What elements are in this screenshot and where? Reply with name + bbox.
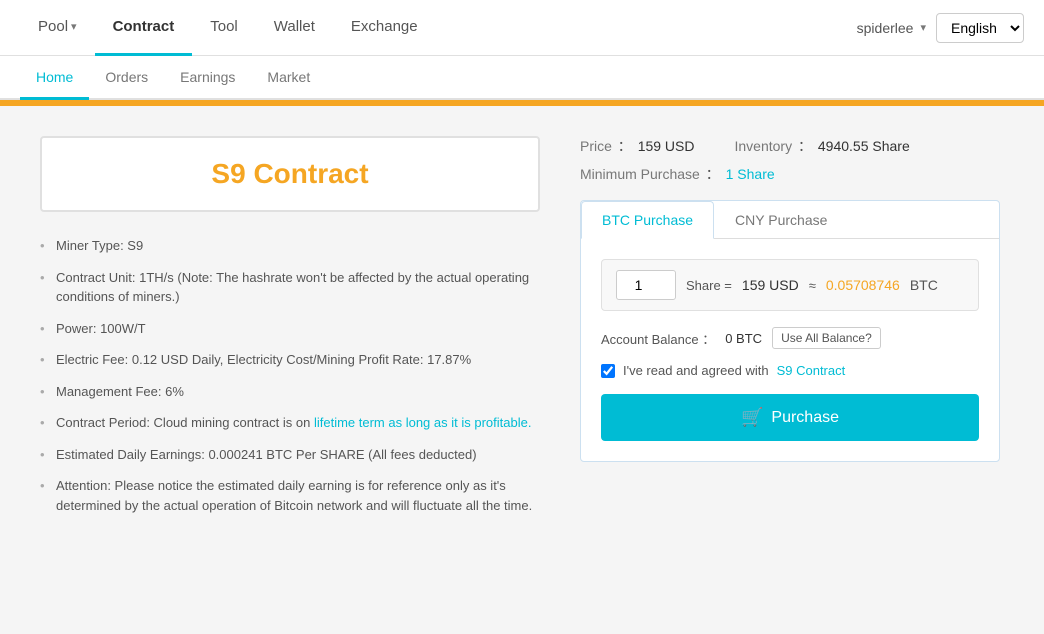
spec-mgmt-fee: Management Fee: 6% <box>40 382 540 402</box>
tab-btc-purchase[interactable]: BTC Purchase <box>581 201 714 239</box>
agree-row: I've read and agreed with S9 Contract <box>601 363 979 378</box>
price-label: Price <box>580 138 612 154</box>
purchase-container: BTC Purchase CNY Purchase Share = 159 US… <box>580 200 1000 462</box>
tool-label: Tool <box>210 18 238 35</box>
user-dropdown-icon: ▾ <box>920 21 926 34</box>
balance-label: Account Balance ： <box>601 329 715 348</box>
tab-btc-label: BTC Purchase <box>602 212 693 228</box>
purchase-body: Share = 159 USD ≈ 0.05708746 BTC Account… <box>581 239 999 461</box>
main-content: S9 Contract Miner Type: S9 Contract Unit… <box>0 106 1044 630</box>
purchase-btn-label: Purchase <box>771 409 839 427</box>
sub-nav: Home Orders Earnings Market <box>0 56 1044 100</box>
wallet-label: Wallet <box>274 18 315 35</box>
exchange-label: Exchange <box>351 18 418 35</box>
contract-title: S9 Contract <box>62 158 518 190</box>
orders-label: Orders <box>105 69 148 85</box>
share-btc-value: 0.05708746 <box>826 277 900 293</box>
home-label: Home <box>36 69 73 85</box>
top-nav: Pool ▾ Contract Tool Wallet Exchange spi… <box>0 0 1044 56</box>
contract-label: Contract <box>113 18 175 35</box>
market-label: Market <box>267 69 310 85</box>
nav-item-pool[interactable]: Pool ▾ <box>20 0 95 56</box>
min-purchase-row: Minimum Purchase ： 1 Share <box>580 164 1000 184</box>
tab-bar: BTC Purchase CNY Purchase <box>581 201 999 239</box>
agree-text: I've read and agreed with <box>623 363 769 378</box>
share-row: Share = 159 USD ≈ 0.05708746 BTC <box>601 259 979 311</box>
sub-nav-orders[interactable]: Orders <box>89 56 164 100</box>
share-equals-label: Share = <box>686 278 732 293</box>
lifetime-link[interactable]: lifetime term as long as it is profitabl… <box>314 415 531 430</box>
min-purchase-label: Minimum Purchase <box>580 166 700 182</box>
top-nav-left: Pool ▾ Contract Tool Wallet Exchange <box>20 0 857 56</box>
price-inventory-row: Price ： 159 USD Inventory ： 4940.55 Shar… <box>580 136 1000 156</box>
price-info: Price ： 159 USD Inventory ： 4940.55 Shar… <box>580 136 1000 184</box>
left-panel: S9 Contract Miner Type: S9 Contract Unit… <box>40 136 540 600</box>
agree-checkbox[interactable] <box>601 364 615 378</box>
price-label-group: Price ： 159 USD <box>580 136 695 156</box>
nav-item-exchange[interactable]: Exchange <box>333 0 436 56</box>
purchase-button[interactable]: 🛒 Purchase <box>601 394 979 441</box>
sub-nav-market[interactable]: Market <box>251 56 326 100</box>
inventory-label: Inventory <box>735 138 793 154</box>
user-menu[interactable]: spiderlee ▾ <box>857 20 926 36</box>
sub-nav-home[interactable]: Home <box>20 56 89 100</box>
specs-list: Miner Type: S9 Contract Unit: 1TH/s (Not… <box>40 236 540 515</box>
balance-value: 0 BTC <box>725 331 762 346</box>
spec-daily-earnings: Estimated Daily Earnings: 0.000241 BTC P… <box>40 445 540 465</box>
s9-contract-link[interactable]: S9 Contract <box>777 363 846 378</box>
price-value: 159 USD <box>638 138 695 154</box>
sub-nav-earnings[interactable]: Earnings <box>164 56 251 100</box>
spec-attention: Attention: Please notice the estimated d… <box>40 476 540 515</box>
share-usd-value: 159 USD <box>742 277 799 293</box>
top-nav-right: spiderlee ▾ English 中文 <box>857 13 1024 43</box>
spec-contract-period: Contract Period: Cloud mining contract i… <box>40 413 540 433</box>
contract-title-box: S9 Contract <box>40 136 540 212</box>
balance-row: Account Balance ： 0 BTC Use All Balance? <box>601 327 979 349</box>
language-select[interactable]: English 中文 <box>936 13 1024 43</box>
nav-item-wallet[interactable]: Wallet <box>256 0 333 56</box>
cart-icon: 🛒 <box>741 407 763 428</box>
spec-power: Power: 100W/T <box>40 319 540 339</box>
inventory-value: 4940.55 Share <box>818 138 910 154</box>
inventory-label-group: Inventory ： 4940.55 Share <box>735 136 910 156</box>
nav-item-contract[interactable]: Contract <box>95 0 193 56</box>
spec-contract-unit: Contract Unit: 1TH/s (Note: The hashrate… <box>40 268 540 307</box>
spec-electric-fee: Electric Fee: 0.12 USD Daily, Electricit… <box>40 350 540 370</box>
nav-item-tool[interactable]: Tool <box>192 0 256 56</box>
right-panel: Price ： 159 USD Inventory ： 4940.55 Shar… <box>580 136 1000 600</box>
pool-label: Pool <box>38 18 68 35</box>
tab-cny-purchase[interactable]: CNY Purchase <box>714 201 848 239</box>
share-btc-unit: BTC <box>910 277 938 293</box>
earnings-label: Earnings <box>180 69 235 85</box>
share-quantity-input[interactable] <box>616 270 676 300</box>
pool-dropdown-icon: ▾ <box>71 20 77 33</box>
min-purchase-value: 1 Share <box>726 166 775 182</box>
username: spiderlee <box>857 20 914 36</box>
share-approx-symbol: ≈ <box>809 278 816 293</box>
tab-cny-label: CNY Purchase <box>735 212 827 228</box>
spec-miner-type: Miner Type: S9 <box>40 236 540 256</box>
use-all-balance-button[interactable]: Use All Balance? <box>772 327 881 349</box>
